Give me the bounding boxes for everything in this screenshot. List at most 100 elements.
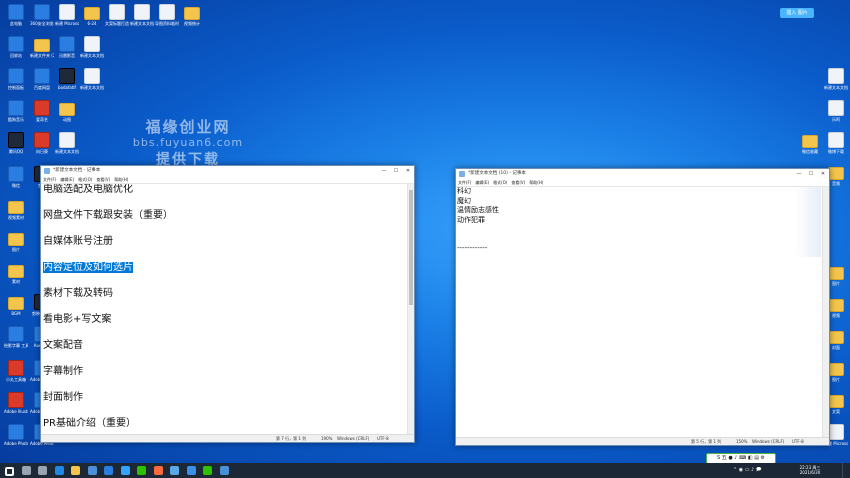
close-button[interactable]: ✕ <box>817 169 829 179</box>
desktop-icon-label: 新建文本文档 (2) <box>55 149 79 154</box>
folder-icon <box>84 7 100 20</box>
maximize-button[interactable]: ☐ <box>805 169 817 179</box>
desktop-icon-label: bodafatif <box>58 85 76 90</box>
status-bar: 第 5 行，第 1 列 150% Windows (CRLF) UTF-8 <box>456 437 829 445</box>
text-line: 温情励志感性 <box>457 206 499 214</box>
desktop-icon[interactable]: 迅雷影音 <box>55 36 79 58</box>
desktop: 此电脑 360安全浏览器新建 Microsoft... 6-24 文案标题打造方案新建… <box>0 0 850 464</box>
maximize-button[interactable]: ☐ <box>390 166 402 176</box>
title-bar[interactable]: *新建文本文档 (10) - 记事本 — ☐ ✕ <box>456 169 829 179</box>
desktop-icon[interactable]: 导图资料临时... <box>155 4 179 26</box>
minimize-button[interactable]: — <box>378 166 390 176</box>
text-line: ------------ <box>457 244 488 252</box>
desktop-icon-label: 百度网盘 <box>34 85 50 90</box>
qq-icon[interactable] <box>120 466 130 475</box>
netdisk-icon[interactable] <box>186 466 196 475</box>
notepad-icon[interactable] <box>170 466 179 475</box>
video-icon[interactable] <box>153 466 163 475</box>
close-button[interactable]: ✕ <box>402 166 414 176</box>
desktop-icon[interactable]: 动图 <box>55 100 79 122</box>
menu-item[interactable]: 格式(O) <box>78 177 92 182</box>
browser-icon[interactable] <box>219 466 229 475</box>
text-editor[interactable]: 电脑选配及电脑优化 网盘文件下载跟安装（重要） 自媒体账号注册 内容定位及如何选片 素材… <box>41 184 408 434</box>
notepad-window-left[interactable]: *新建文本文档 - 记事本 — ☐ ✕ 文件(F) 编辑(E) 格式(O) 查看(V)… <box>40 165 415 443</box>
menu-item[interactable]: 查看(V) <box>511 180 525 185</box>
menu-item[interactable]: 格式(O) <box>493 180 507 185</box>
text-line: PR基础介绍（重要） <box>41 418 408 434</box>
desktop-icon[interactable]: 小丸工具箱 <box>4 360 28 382</box>
desktop-icon[interactable]: 新建文件夹 (2) <box>30 36 54 58</box>
desktop-icon[interactable]: 乐呵 <box>824 100 848 122</box>
store-icon[interactable] <box>87 466 97 475</box>
chat-icon[interactable] <box>203 466 212 475</box>
desktop-icon[interactable]: 新建 Microsoft... <box>55 4 79 26</box>
desktop-icon-label: 新建文本文档 (11) <box>80 85 104 90</box>
menu-item[interactable]: 文件(F) <box>43 177 56 182</box>
menu-item[interactable]: 编辑(E) <box>475 180 489 185</box>
taskbar: 22:23 周三 2021/6/30 ⌃ ◉ ▭ ♪ 🗩 <box>0 463 850 478</box>
notepad-window-right[interactable]: *新建文本文档 (10) - 记事本 — ☐ ✕ 文件(F) 编辑(E) 格式(O)… <box>455 168 830 446</box>
menu-item[interactable]: 查看(V) <box>96 177 110 182</box>
search-icon[interactable] <box>21 466 31 475</box>
scrollbar-thumb[interactable] <box>409 190 413 305</box>
desktop-icon[interactable]: 文案标题打造方案 <box>105 4 129 26</box>
desktop-icon[interactable]: 图片 <box>4 230 28 252</box>
top-badge[interactable]: 插入 图片 <box>780 8 814 18</box>
desktop-icon[interactable]: 爱奇艺 <box>30 100 54 122</box>
app-icon <box>34 132 50 148</box>
vertical-scrollbar[interactable] <box>407 184 414 434</box>
menu-item[interactable]: 帮助(H) <box>114 177 128 182</box>
desktop-icon[interactable]: 此电脑 <box>4 4 28 26</box>
desktop-icon-label: 文案标题打造方案 <box>105 21 129 26</box>
desktop-icon[interactable]: 新建文本文档 <box>824 68 848 90</box>
notepad-icon <box>44 168 50 174</box>
edge-icon[interactable] <box>54 466 64 475</box>
desktop-icon[interactable]: 视频统计 <box>180 4 204 26</box>
desktop-icon-label: 新建文本文档 <box>824 85 848 90</box>
vertical-scrollbar[interactable] <box>822 187 829 437</box>
desktop-icon[interactable]: Adobe Illustr... <box>4 392 28 414</box>
desktop-icon-label: 微博下载 <box>828 149 844 154</box>
document-icon <box>828 100 844 116</box>
tray-icons[interactable]: ⌃ ◉ ▭ ♪ 🗩 <box>733 467 761 475</box>
desktop-icon[interactable]: 回收站 <box>4 36 28 58</box>
desktop-icon[interactable]: Adobe Photosh... <box>4 424 28 446</box>
desktop-icon[interactable]: 6-24 <box>80 4 104 26</box>
desktop-icon[interactable]: 酷狗音乐 <box>4 100 28 122</box>
desktop-icon[interactable]: 新建文本文档 (9) <box>80 36 104 58</box>
task-view-icon[interactable] <box>38 466 47 475</box>
app-icon <box>8 166 24 182</box>
app-icon <box>8 36 24 52</box>
menu-item[interactable]: 编辑(E) <box>60 177 74 182</box>
app-icon <box>8 392 24 408</box>
desktop-icon[interactable]: 向日葵 <box>30 132 54 154</box>
desktop-icon[interactable]: 微信收藏 <box>798 132 822 154</box>
desktop-icon[interactable]: 视频素材 <box>4 198 28 220</box>
start-icon[interactable] <box>5 467 14 476</box>
clock[interactable]: 22:23 周三 2021/6/30 <box>790 465 830 475</box>
desktop-icon[interactable]: 百度网盘 <box>30 68 54 90</box>
desktop-icon[interactable]: 微信 <box>4 166 28 188</box>
desktop-icon[interactable]: 新建文本文档 (11) <box>80 68 104 90</box>
title-bar[interactable]: *新建文本文档 - 记事本 — ☐ ✕ <box>41 166 414 176</box>
desktop-icon[interactable]: 素材 <box>4 262 28 284</box>
desktop-icon[interactable]: 腾讯QQ <box>4 132 28 154</box>
desktop-icon[interactable]: 新建文本文档 (4) <box>130 4 154 26</box>
explorer-icon[interactable] <box>71 466 80 475</box>
desktop-icon[interactable]: 绘影字幕 工具 <box>4 326 28 348</box>
menu-item[interactable]: 文件(F) <box>458 180 471 185</box>
mail-icon[interactable] <box>104 466 113 475</box>
desktop-icon[interactable]: 微博下载 <box>824 132 848 154</box>
line-text: 自媒体账号注册 <box>43 236 113 247</box>
menu-item[interactable]: 帮助(H) <box>529 180 543 185</box>
desktop-icon[interactable]: 控制面板 <box>4 68 28 90</box>
wechat-icon[interactable] <box>137 466 146 475</box>
desktop-icon[interactable]: 360安全浏览器 <box>30 4 54 26</box>
desktop-icon[interactable]: 新建文本文档 (2) <box>55 132 79 154</box>
minimize-button[interactable]: — <box>793 169 805 179</box>
desktop-icon[interactable]: bodafatif <box>55 68 79 90</box>
show-desktop-button[interactable] <box>842 463 850 478</box>
folder-icon <box>8 233 24 246</box>
desktop-icon[interactable]: BGM <box>4 294 28 316</box>
text-editor[interactable]: 科幻 魔幻 温情励志感性 动作犯罪 ------------ <box>456 187 823 437</box>
